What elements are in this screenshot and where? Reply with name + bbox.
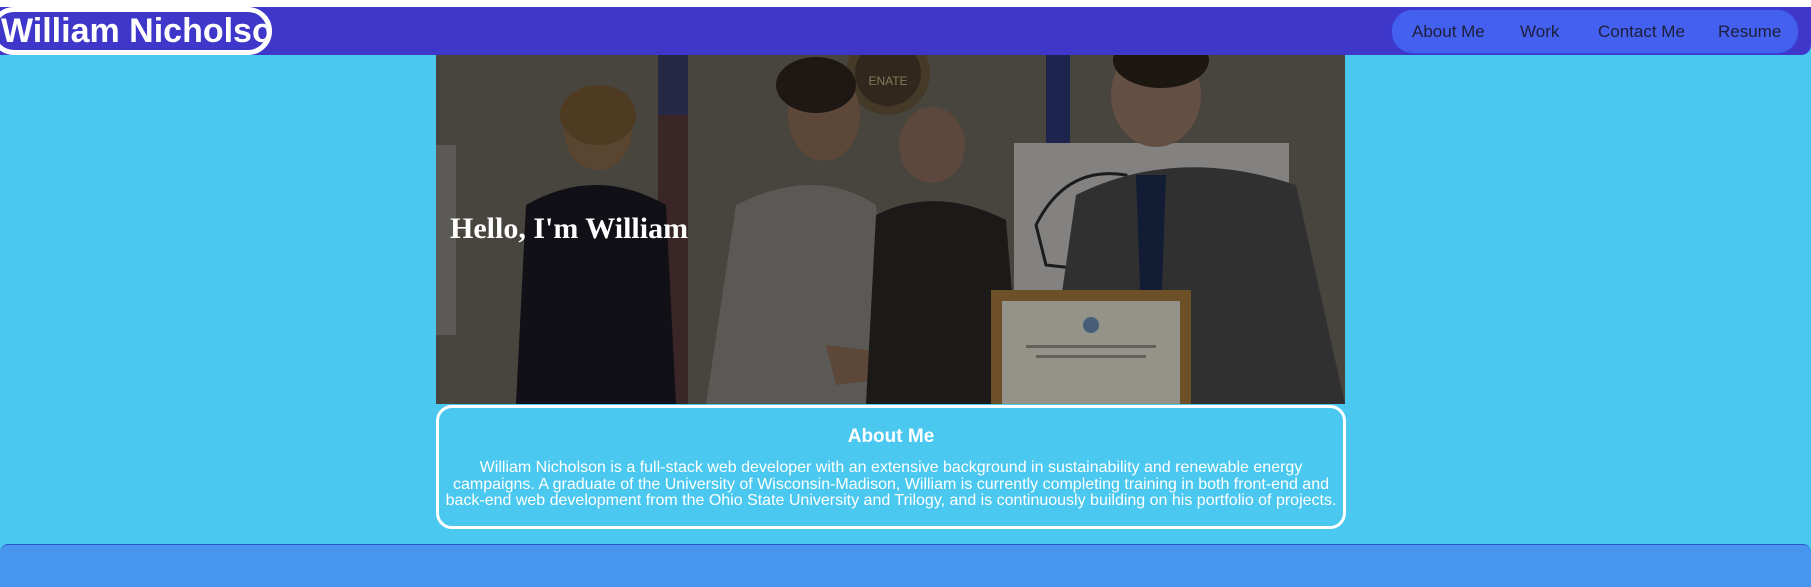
site-title[interactable]: William Nicholson [0, 7, 272, 55]
about-me-text: William Nicholson is a full-stack web de… [445, 459, 1337, 509]
nav-work[interactable]: Work [1520, 22, 1559, 42]
nav-contact-me[interactable]: Contact Me [1598, 22, 1685, 42]
hero-banner: ENATE Hello, I'm William [436, 55, 1345, 404]
nav-resume[interactable]: Resume [1718, 22, 1781, 42]
hero-title: Hello, I'm William [450, 212, 689, 245]
about-me-heading: About Me [847, 426, 935, 447]
main-nav: About Me Work Contact Me Resume [1391, 9, 1799, 54]
top-strip [0, 0, 1811, 7]
site-footer [0, 544, 1811, 587]
about-me-card: About Me William Nicholson is a full-sta… [436, 405, 1346, 529]
nav-about-me[interactable]: About Me [1412, 22, 1485, 42]
